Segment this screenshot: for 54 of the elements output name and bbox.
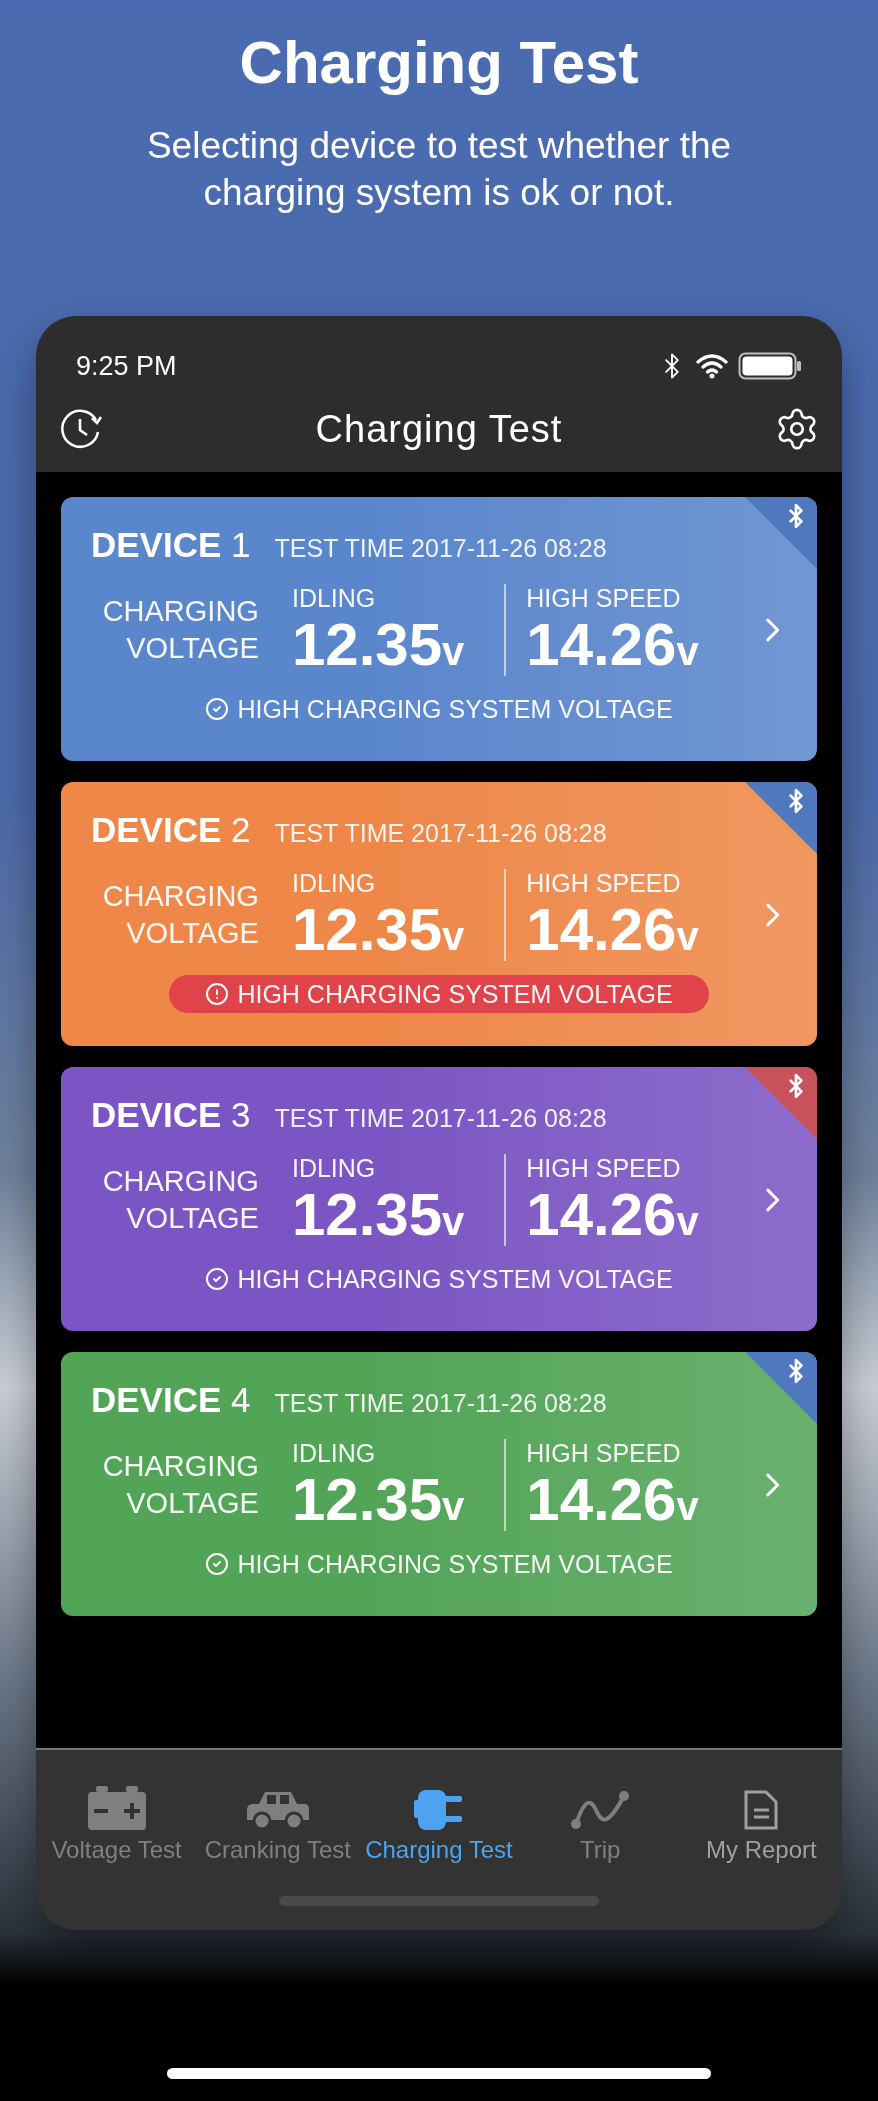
document-icon [744,1790,779,1830]
high-speed-value: 14.26 [526,614,677,675]
high-speed-value: 14.26 [526,1184,677,1245]
screen-title: Charging Test [315,410,563,448]
wifi-icon [696,353,728,379]
idling-label: IDLING [291,870,377,896]
idling-label: IDLING [291,585,377,611]
high-speed-label: HIGH SPEED [526,870,682,896]
voltage-label: CHARGING VOLTAGE [101,1164,259,1236]
status-text: HIGH CHARGING SYSTEM VOLTAGE [237,981,673,1007]
battery-status-icon [738,352,802,380]
car-icon [246,1790,309,1830]
idling-value: 12.35 [291,614,443,675]
device-name: DEVICE 1 [91,527,251,562]
high-speed-label: HIGH SPEED [526,1440,682,1466]
unit-label: v [676,915,699,956]
device-name: DEVICE 2 [91,812,251,847]
unit-label: v [676,630,699,671]
test-time: TEST TIME 2017-11-26 08:28 [274,536,607,561]
status-text: HIGH CHARGING SYSTEM VOLTAGE [237,1551,673,1577]
voltage-label: CHARGING VOLTAGE [101,879,259,951]
idling-value: 12.35 [291,1469,443,1530]
route-icon [569,1790,632,1830]
test-time: TEST TIME 2017-11-26 08:28 [274,821,607,846]
promo-subtitle: Selecting device to test whether the charging system is ok or not. [145,124,733,215]
idling-label: IDLING [291,1155,377,1181]
unit-label: v [442,630,465,671]
unit-label: v [442,1200,465,1241]
voltage-label: CHARGING VOLTAGE [101,594,259,666]
high-speed-label: HIGH SPEED [526,1155,682,1181]
alert-icon [205,982,230,1006]
idling-value: 12.35 [291,899,443,960]
high-speed-value: 14.26 [526,899,677,960]
test-time: TEST TIME 2017-11-26 08:28 [274,1391,607,1416]
status-text: HIGH CHARGING SYSTEM VOLTAGE [237,1266,673,1292]
status-text: HIGH CHARGING SYSTEM VOLTAGE [237,696,673,722]
high-speed-label: HIGH SPEED [526,585,682,611]
high-speed-value: 14.26 [526,1469,677,1530]
promo-title: Charging Test [239,28,639,98]
idling-value: 12.35 [291,1184,443,1245]
voltage-label: CHARGING VOLTAGE [101,1449,259,1521]
tab-item[interactable]: My Report [681,1772,842,1862]
plug-icon [413,1790,464,1830]
unit-label: v [676,1200,699,1241]
idling-label: IDLING [291,1440,377,1466]
test-time: TEST TIME 2017-11-26 08:28 [274,1106,607,1131]
battery-icon [87,1786,146,1830]
device-name: DEVICE 3 [91,1097,251,1132]
status-time: 9:25 PM [76,353,177,380]
tab-item[interactable]: Charging Test [358,1772,519,1862]
unit-label: v [442,915,465,956]
device-name: DEVICE 4 [91,1382,251,1417]
unit-label: v [442,1485,465,1526]
unit-label: v [676,1485,699,1526]
